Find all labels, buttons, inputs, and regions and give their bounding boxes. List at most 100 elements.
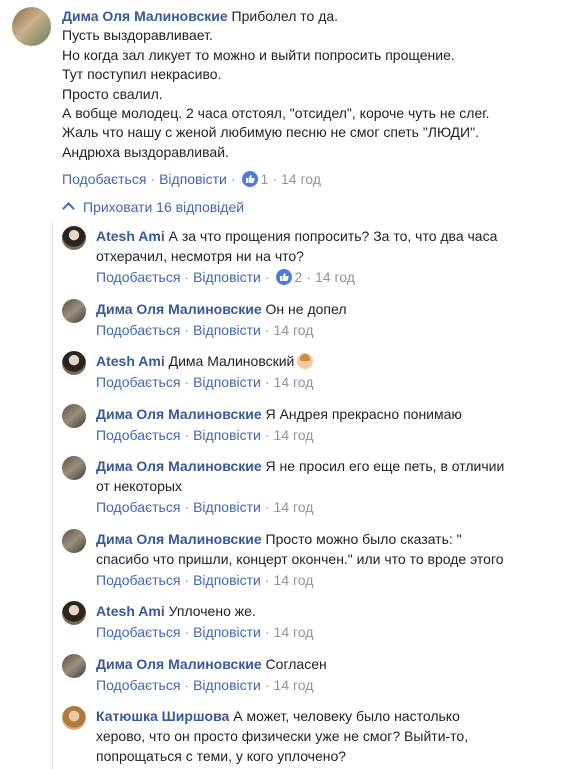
reply-body: Дима Оля Малиновские Я Андрея прекрасно …: [96, 404, 582, 424]
dima-avatar[interactable]: [62, 529, 86, 553]
atesh-avatar[interactable]: [62, 601, 86, 625]
main-comment-actions: Подобається · Відповісти · 1 · 14 год: [62, 171, 321, 187]
timestamp[interactable]: 14 год: [315, 269, 355, 285]
separator: ·: [184, 322, 190, 338]
reply-text: Я Андрея прекрасно понимаю: [265, 406, 462, 422]
reply-body: Дима Оля Малиновские Я не просил его еще…: [96, 456, 582, 496]
comment-line: Жаль что нашу с женой любимую песню не с…: [62, 124, 479, 141]
reply-body: Катюшка Ширшова А может, человеку было н…: [96, 706, 582, 766]
reply-button[interactable]: Відповісти: [193, 322, 261, 338]
reply-actions: Подобається · Відповісти · 14 год: [96, 374, 313, 390]
like-reaction-icon[interactable]: [275, 269, 292, 285]
timestamp[interactable]: 14 год: [274, 499, 314, 515]
reply-body: Atesh Ami Уплочено же.: [96, 601, 582, 621]
reply-text: А за что прощения попросить? За то, что …: [168, 228, 498, 244]
separator: ·: [264, 427, 270, 443]
reply-text: Он не допел: [265, 301, 347, 317]
like-reaction-icon[interactable]: [241, 171, 258, 187]
reply-author[interactable]: Дима Оля Малиновские: [96, 301, 262, 317]
reply-author[interactable]: Atesh Ami: [96, 353, 165, 369]
main-comment-body: Дима Оля Малиновские Приболел то да. Пус…: [62, 7, 582, 162]
reply-button[interactable]: Відповісти: [159, 171, 227, 187]
reaction-count[interactable]: 1: [261, 171, 269, 187]
reply-text: А может, человеку было настолько: [233, 708, 460, 724]
timestamp[interactable]: 14 год: [274, 677, 314, 693]
reply-text: херово, что он просто физически уже не с…: [96, 728, 469, 744]
comment-line: Просто свалил.: [62, 85, 163, 102]
timestamp[interactable]: 14 год: [281, 171, 321, 187]
author-name[interactable]: Дима Оля Малиновские: [62, 8, 228, 24]
timestamp[interactable]: 14 год: [274, 322, 314, 338]
like-button[interactable]: Подобається: [96, 427, 180, 443]
reply-author[interactable]: Дима Оля Малиновские: [96, 656, 262, 672]
author-avatar[interactable]: [12, 7, 51, 46]
separator: ·: [264, 624, 270, 640]
katya-avatar[interactable]: [62, 706, 86, 730]
reply-text: Дима Малиновский: [168, 353, 295, 369]
reply-author[interactable]: Дима Оля Малиновские: [96, 458, 262, 474]
reply-button[interactable]: Відповісти: [193, 499, 261, 515]
separator: ·: [272, 171, 277, 187]
like-button[interactable]: Подобається: [96, 374, 180, 390]
separator: ·: [184, 269, 190, 285]
separator: ·: [184, 677, 190, 693]
like-button[interactable]: Подобається: [96, 677, 180, 693]
reply-actions: Подобається · Відповісти · 14 год: [96, 624, 313, 640]
separator: ·: [264, 322, 270, 338]
separator: ·: [264, 374, 270, 390]
separator: ·: [184, 499, 190, 515]
reply-text: Согласен: [265, 656, 327, 672]
atesh-avatar[interactable]: [62, 351, 86, 375]
timestamp[interactable]: 14 год: [274, 624, 314, 640]
reply-button[interactable]: Відповісти: [193, 374, 261, 390]
reaction-count[interactable]: 2: [295, 269, 303, 285]
dima-avatar[interactable]: [62, 299, 86, 323]
reply-button[interactable]: Відповісти: [193, 269, 261, 285]
separator: ·: [306, 269, 311, 285]
separator: ·: [230, 171, 236, 187]
reply-author[interactable]: Atesh Ami: [96, 228, 165, 244]
dima-avatar[interactable]: [62, 404, 86, 428]
hide-replies-label: Приховати 16 відповідей: [83, 199, 245, 215]
like-button[interactable]: Подобається: [62, 171, 146, 187]
comment-line: Приболел то да.: [231, 8, 339, 24]
reply-actions: Подобається · Відповісти · 14 год: [96, 499, 313, 515]
like-button[interactable]: Подобається: [96, 624, 180, 640]
comment-line: Андрюха выздоравливай.: [62, 143, 229, 160]
hide-replies-toggle[interactable]: Приховати 16 відповідей: [62, 199, 245, 215]
separator: ·: [184, 427, 190, 443]
timestamp[interactable]: 14 год: [274, 427, 314, 443]
atesh-avatar[interactable]: [62, 226, 86, 250]
reply-button[interactable]: Відповісти: [193, 427, 261, 443]
reply-button[interactable]: Відповісти: [193, 677, 261, 693]
reply-text: Я не просил его еще петь, в отличии: [265, 458, 505, 474]
reply-body: Atesh Ami Дима Малиновский: [96, 351, 582, 371]
reply-text: отхерачил, несмотря ни на что?: [96, 248, 304, 264]
reply-button[interactable]: Відповісти: [193, 572, 261, 588]
reply-author[interactable]: Дима Оля Малиновские: [96, 531, 262, 547]
timestamp[interactable]: 14 год: [274, 572, 314, 588]
dima-avatar[interactable]: [62, 654, 86, 678]
separator: ·: [184, 374, 190, 390]
reply-actions: Подобається · Відповісти · 14 год: [96, 572, 313, 588]
separator: ·: [184, 624, 190, 640]
reply-button[interactable]: Відповісти: [193, 624, 261, 640]
separator: ·: [264, 269, 270, 285]
like-button[interactable]: Подобається: [96, 269, 180, 285]
like-button[interactable]: Подобається: [96, 572, 180, 588]
comment-line: А вобще молодец. 2 часа отстоял, "отсиде…: [62, 105, 490, 122]
reply-author[interactable]: Atesh Ami: [96, 603, 165, 619]
reply-author[interactable]: Дима Оля Малиновские: [96, 406, 262, 422]
reply-thread-line: [52, 222, 53, 769]
like-button[interactable]: Подобається: [96, 322, 180, 338]
like-button[interactable]: Подобається: [96, 499, 180, 515]
dima-avatar[interactable]: [62, 456, 86, 480]
separator: ·: [184, 572, 190, 588]
timestamp[interactable]: 14 год: [274, 374, 314, 390]
comment-line: Тут поступил некрасиво.: [62, 66, 222, 83]
reply-actions: Подобається · Відповісти · 2 · 14 год: [96, 269, 355, 285]
woman-tipping-hand-emoji: [297, 353, 314, 369]
reply-text: Просто можно было сказать: ": [265, 531, 462, 547]
reply-author[interactable]: Катюшка Ширшова: [96, 708, 229, 724]
separator: ·: [264, 499, 270, 515]
